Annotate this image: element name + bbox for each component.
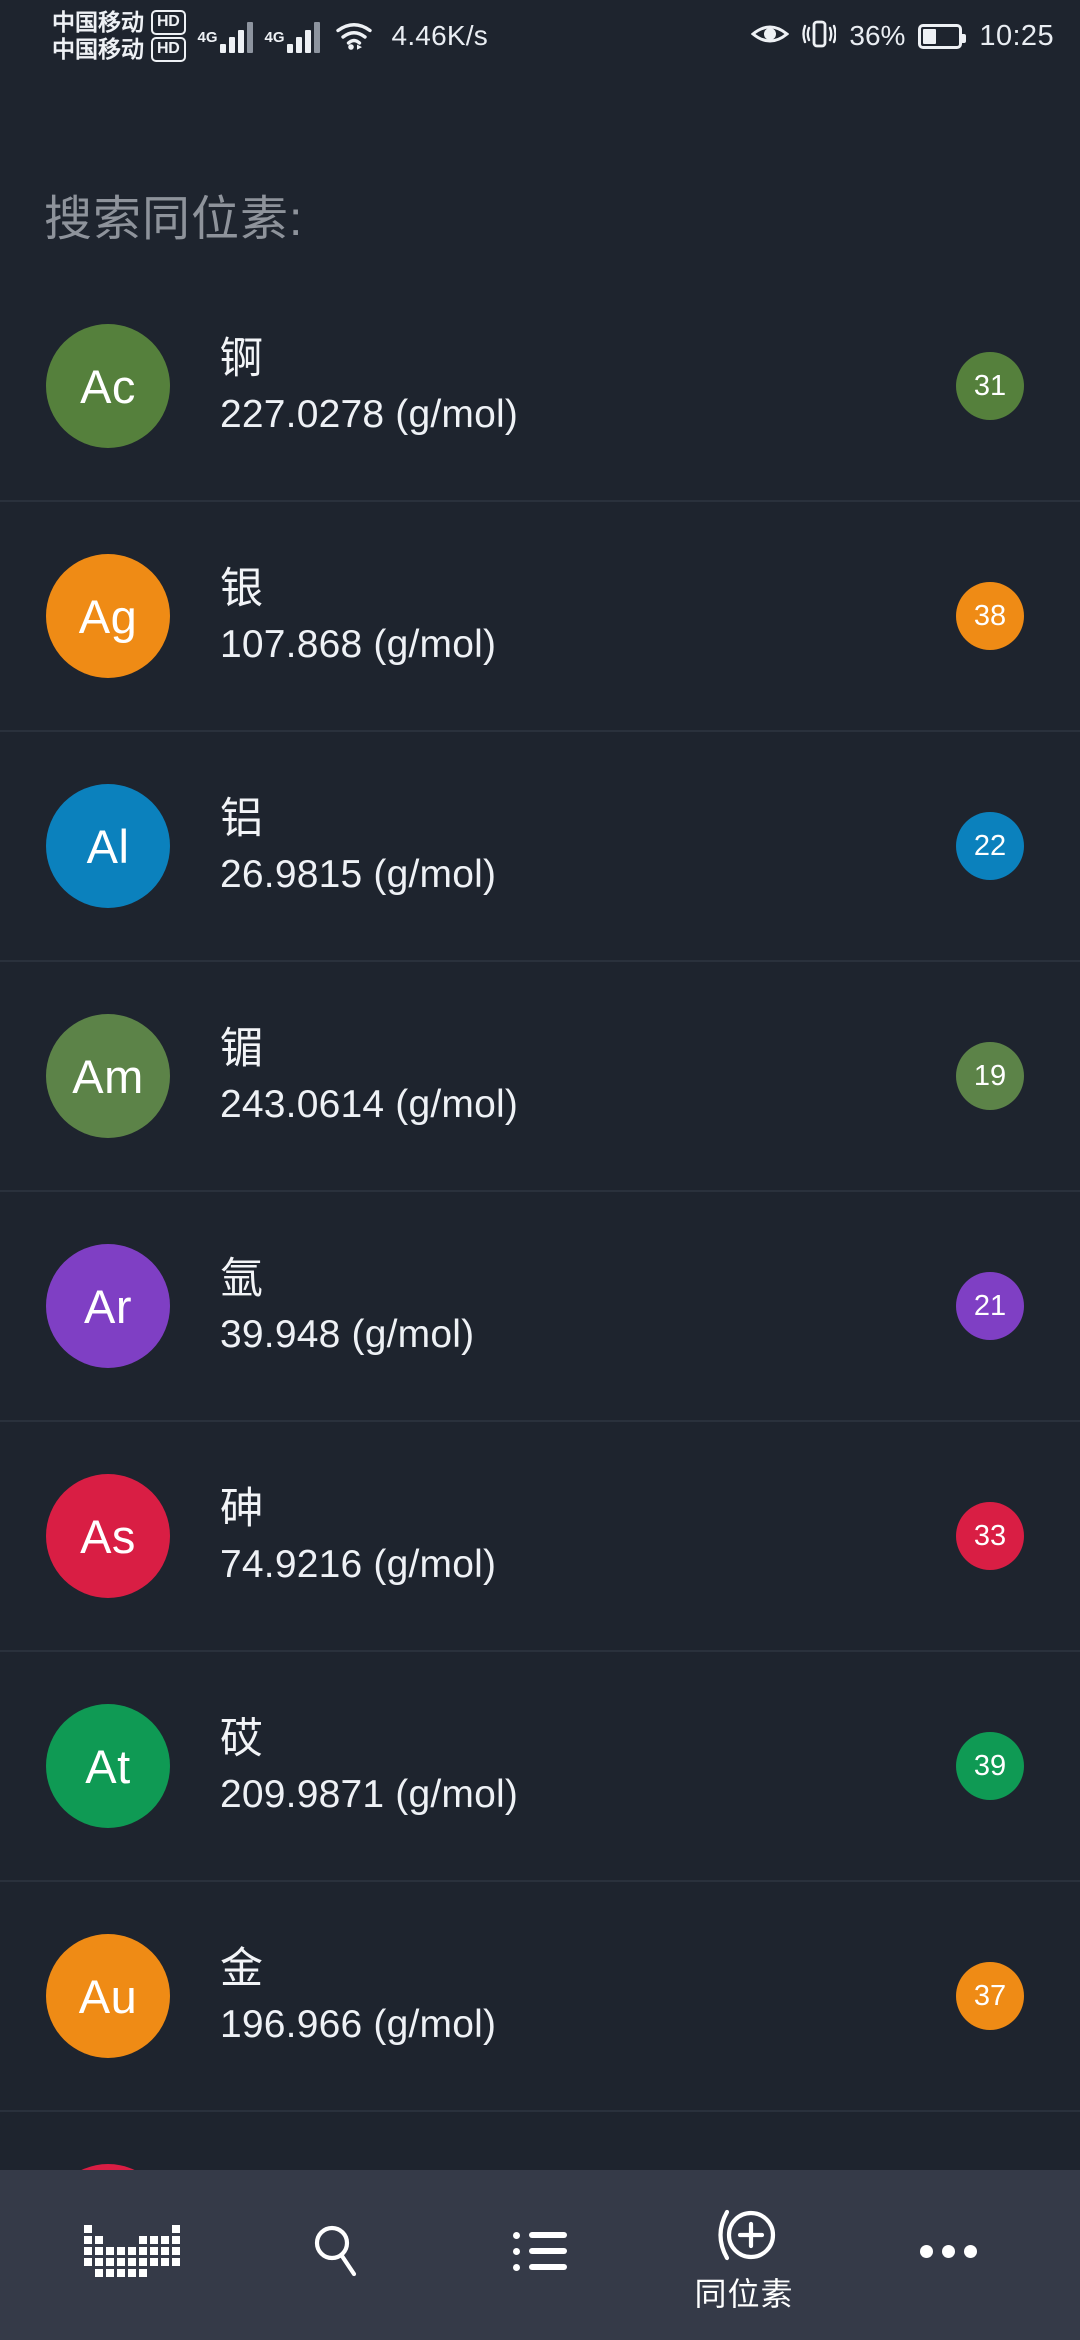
- battery-icon: [918, 23, 967, 49]
- isotope-count-badge: 31: [956, 352, 1024, 420]
- network-type-label-2: 4G: [264, 29, 285, 46]
- element-atomic-mass: 243.0614 (g/mol): [220, 1083, 519, 1127]
- nav-item-more[interactable]: [888, 2170, 1008, 2340]
- nav-item-periodic-table[interactable]: [72, 2170, 192, 2340]
- hd-badge-1: HD: [151, 10, 186, 35]
- nav-item-search[interactable]: [276, 2170, 396, 2340]
- carrier-stack: 中国移动 HD 中国移动 HD: [52, 10, 186, 62]
- search-input[interactable]: 搜索同位素:: [44, 196, 303, 244]
- carrier-name-2: 中国移动: [52, 35, 144, 62]
- nav-label-isotope: 同位素: [694, 2276, 794, 2312]
- element-text-block: 金 196.966 (g/mol): [170, 1945, 956, 2047]
- isotope-count-badge: 19: [956, 1042, 1024, 1110]
- status-bar: 中国移动 HD 中国移动 HD 4G 4G 4.46K/s 36% 10:25: [0, 0, 1080, 72]
- element-atomic-mass: 196.966 (g/mol): [220, 2003, 497, 2047]
- vibrate-icon: [802, 19, 838, 54]
- isotope-count-badge: 21: [956, 1272, 1024, 1340]
- element-row[interactable]: Ac 锕 227.0278 (g/mol) 31: [0, 272, 1080, 502]
- element-name: 镅: [220, 1025, 263, 1074]
- element-text-block: 氩 39.948 (g/mol): [170, 1255, 956, 1357]
- wifi-icon: [335, 21, 373, 51]
- element-symbol-avatar: [46, 2164, 170, 2170]
- element-atomic-mass: 227.0278 (g/mol): [220, 393, 519, 437]
- element-row[interactable]: [0, 2112, 1080, 2170]
- status-bar-left: 中国移动 HD 中国移动 HD 4G 4G 4.46K/s: [52, 10, 488, 62]
- isotope-count-badge: 22: [956, 812, 1024, 880]
- signal-group-2: 4G: [265, 19, 320, 53]
- network-type-label-1: 4G: [197, 29, 218, 46]
- isotope-count-badge: 38: [956, 582, 1024, 650]
- isotope-icon: [707, 2200, 781, 2270]
- signal-bars-icon-2: [286, 19, 320, 53]
- element-atomic-mass: 26.9815 (g/mol): [220, 853, 497, 897]
- element-symbol-avatar: Ag: [46, 554, 170, 678]
- isotope-count-badge: 39: [956, 1732, 1024, 1800]
- element-text-block: 银 107.868 (g/mol): [170, 565, 956, 667]
- hd-badge-2: HD: [151, 37, 186, 62]
- element-row[interactable]: Au 金 196.966 (g/mol) 37: [0, 1882, 1080, 2112]
- element-row[interactable]: Ar 氩 39.948 (g/mol) 21: [0, 1192, 1080, 1422]
- element-text-block: 锕 227.0278 (g/mol): [170, 335, 956, 437]
- carrier-line-2: 中国移动 HD: [52, 37, 186, 62]
- element-row[interactable]: Al 铝 26.9815 (g/mol) 22: [0, 732, 1080, 962]
- element-name: 铝: [220, 795, 263, 844]
- element-symbol-avatar: Ar: [46, 1244, 170, 1368]
- element-symbol-avatar: Al: [46, 784, 170, 908]
- element-symbol-avatar: Am: [46, 1014, 170, 1138]
- search-icon: [308, 2216, 364, 2286]
- element-name: 砹: [220, 1715, 263, 1764]
- element-text-block: 镅 243.0614 (g/mol): [170, 1025, 956, 1127]
- isotope-count-badge: 33: [956, 1502, 1024, 1570]
- element-symbol-avatar: Ac: [46, 324, 170, 448]
- element-atomic-mass: 39.948 (g/mol): [220, 1313, 475, 1357]
- bottom-nav: 同位素: [0, 2170, 1080, 2340]
- element-atomic-mass: 107.868 (g/mol): [220, 623, 497, 667]
- carrier-name-1: 中国移动: [52, 8, 144, 35]
- isotope-count-badge: 37: [956, 1962, 1024, 2030]
- element-symbol-avatar: As: [46, 1474, 170, 1598]
- element-symbol-avatar: At: [46, 1704, 170, 1828]
- nav-item-list[interactable]: [480, 2170, 600, 2340]
- element-row[interactable]: As 砷 74.9216 (g/mol) 33: [0, 1422, 1080, 1652]
- element-name: 砷: [220, 1485, 263, 1534]
- element-atomic-mass: 209.9871 (g/mol): [220, 1773, 519, 1817]
- battery-fill: [923, 28, 936, 44]
- element-list[interactable]: Ac 锕 227.0278 (g/mol) 31 Ag 银 107.868 (g/mol) 3…: [0, 272, 1080, 2170]
- element-atomic-mass: 74.9216 (g/mol): [220, 1543, 497, 1587]
- element-text-block: 铝 26.9815 (g/mol): [170, 795, 956, 897]
- element-name: 氩: [220, 1255, 263, 1304]
- network-speed-text: 4.46K/s: [391, 20, 488, 51]
- carrier-line-1: 中国移动 HD: [52, 10, 186, 35]
- search-header[interactable]: 搜索同位素:: [0, 72, 1080, 272]
- list-icon: [513, 2216, 567, 2286]
- element-text-block: 砹 209.9871 (g/mol): [170, 1715, 956, 1817]
- app-root: 中国移动 HD 中国移动 HD 4G 4G 4.46K/s 36% 10:25 …: [0, 0, 1080, 2340]
- battery-percent-text: 36%: [849, 20, 906, 51]
- element-symbol-avatar: Au: [46, 1934, 170, 2058]
- status-bar-clock: 10:25: [979, 19, 1054, 52]
- more-icon: [919, 2216, 977, 2286]
- signal-bars-icon-1: [219, 19, 253, 53]
- nav-item-isotope[interactable]: 同位素: [684, 2170, 804, 2340]
- element-text-block: 砷 74.9216 (g/mol): [170, 1485, 956, 1587]
- element-name: 银: [220, 565, 263, 614]
- periodic-table-icon: [84, 2216, 180, 2286]
- eye-comfort-icon: [751, 21, 790, 52]
- element-row[interactable]: At 砹 209.9871 (g/mol) 39: [0, 1652, 1080, 1882]
- element-name: 锕: [220, 335, 263, 384]
- signal-group-1: 4G: [198, 19, 253, 53]
- element-row[interactable]: Ag 银 107.868 (g/mol) 38: [0, 502, 1080, 732]
- element-name: 金: [220, 1945, 263, 1994]
- status-bar-right: 36% 10:25: [751, 19, 1054, 54]
- element-row[interactable]: Am 镅 243.0614 (g/mol) 19: [0, 962, 1080, 1192]
